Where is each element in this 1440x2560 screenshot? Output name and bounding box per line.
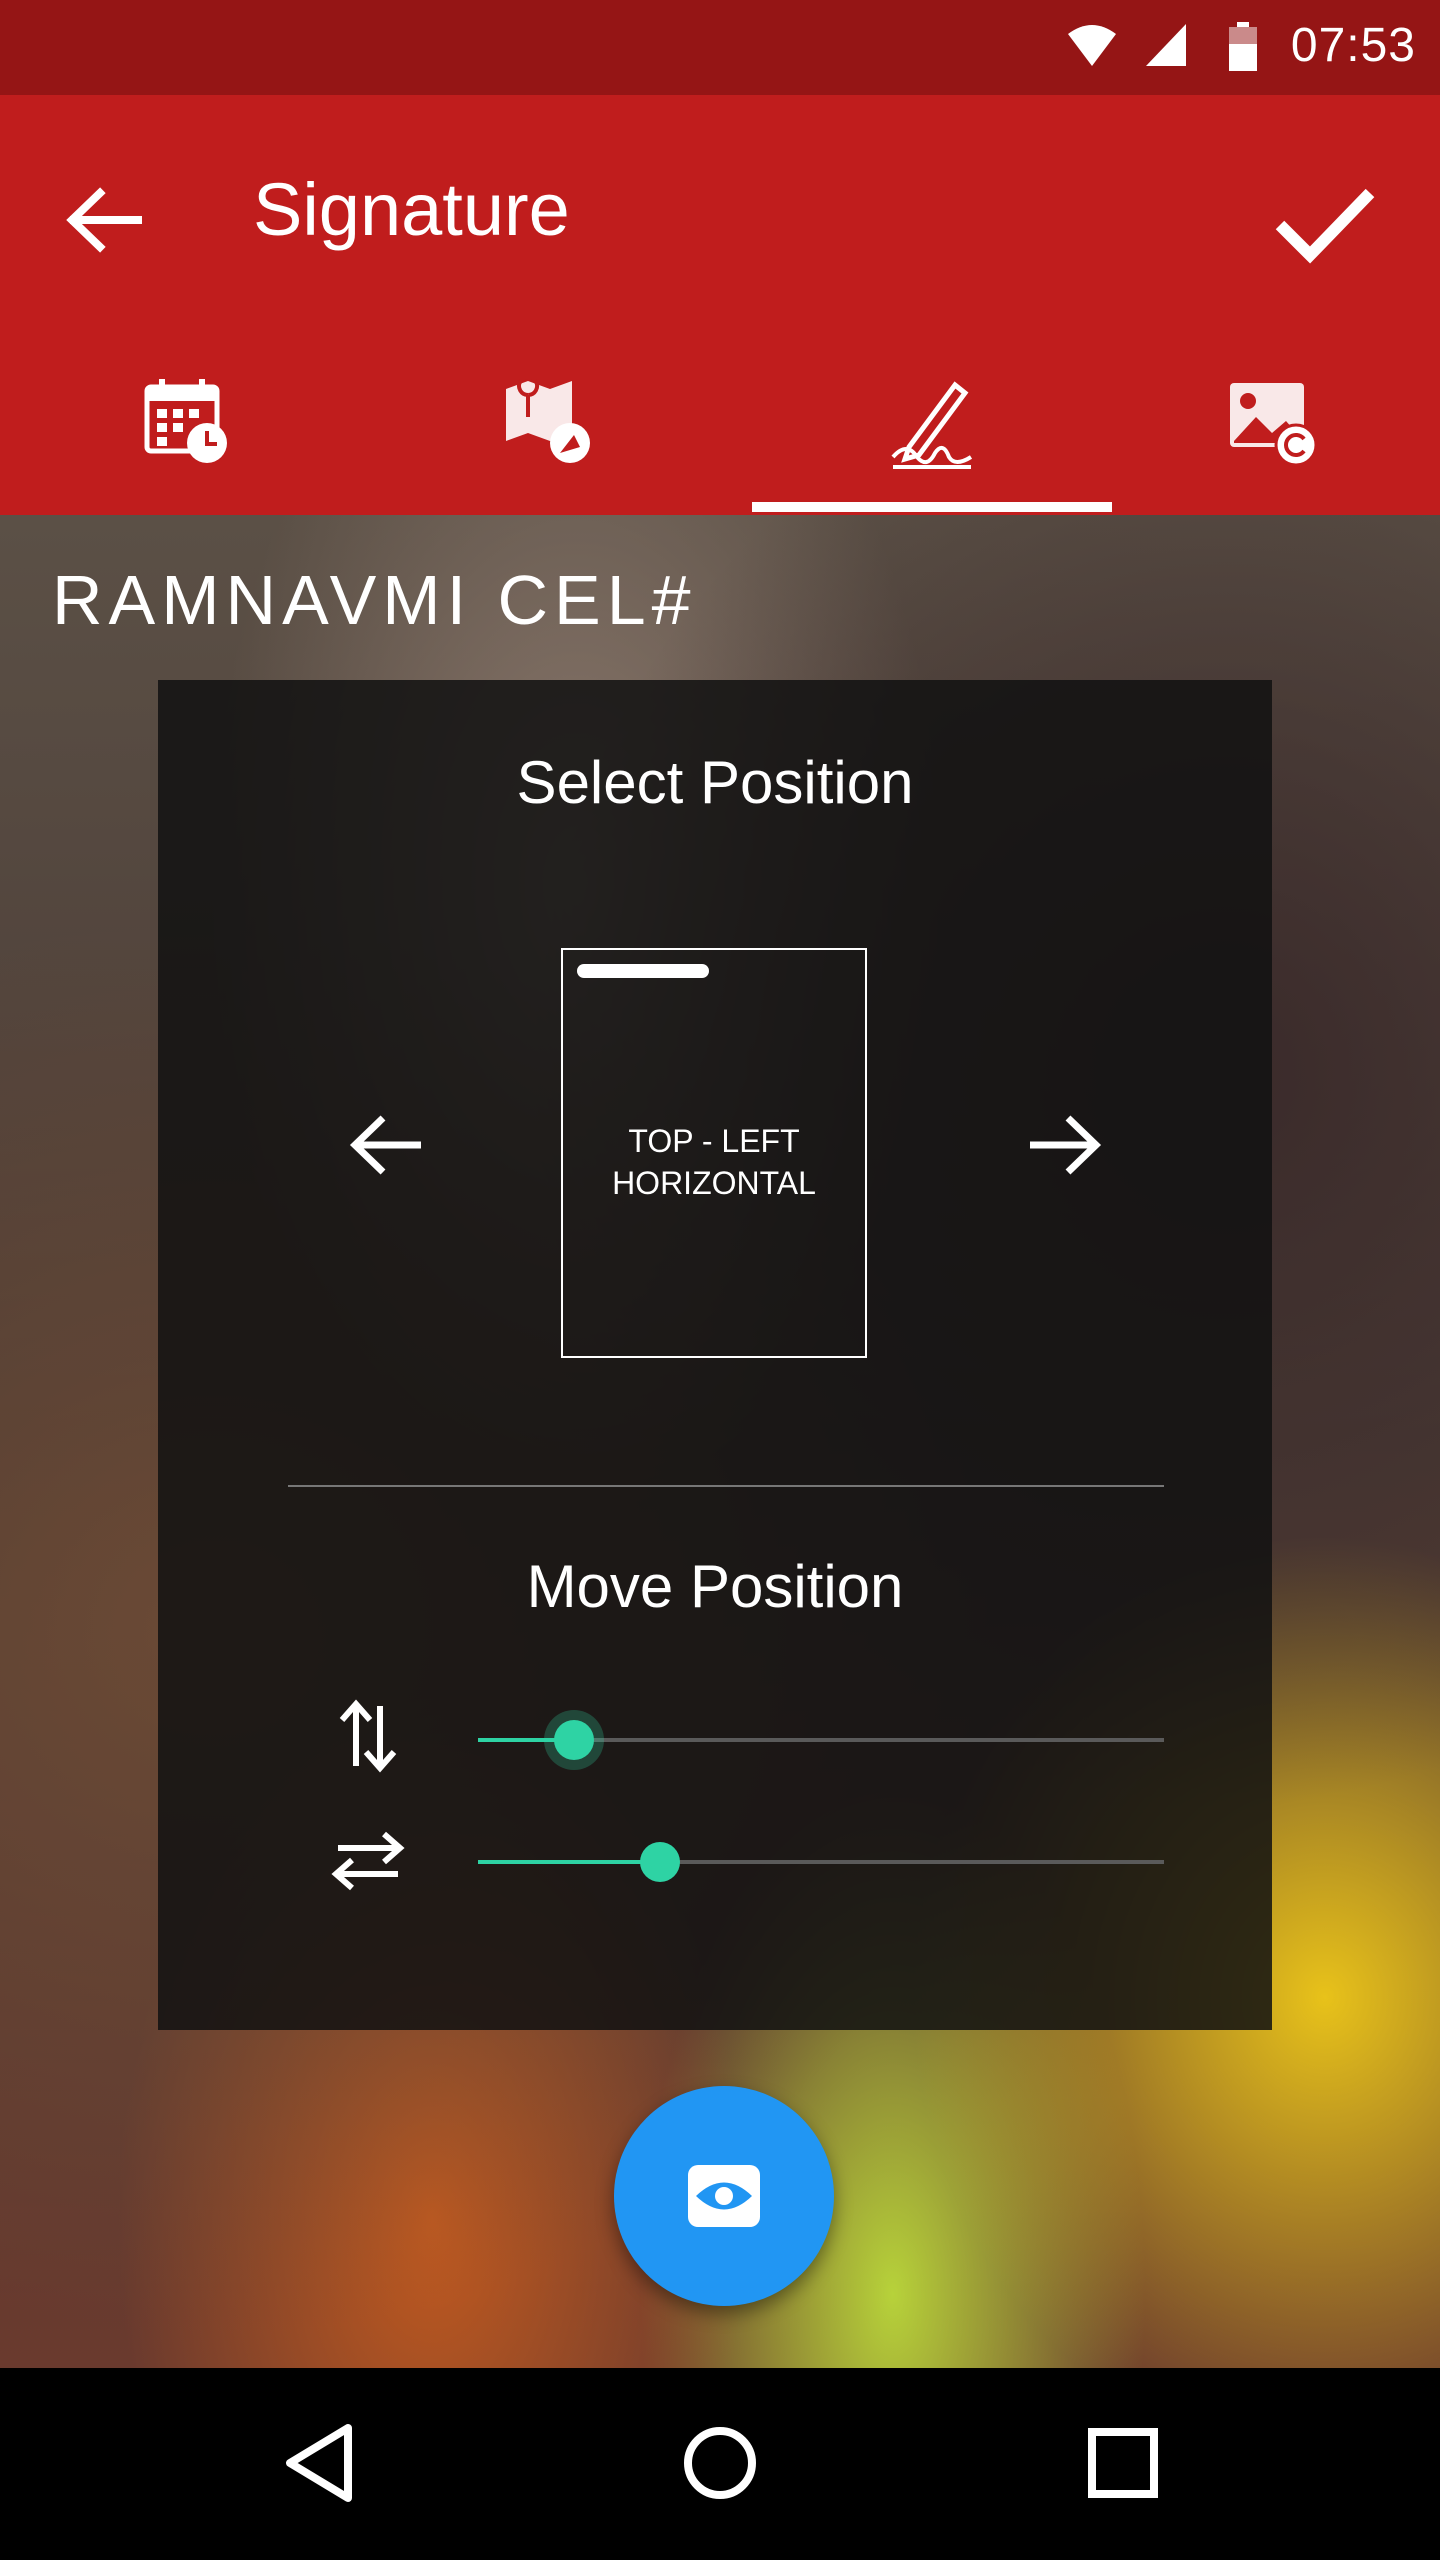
preview-orientation-label: HORIZONTAL (612, 1165, 816, 1201)
cell-signal-icon (1146, 24, 1186, 66)
slider-thumb[interactable] (640, 1842, 680, 1882)
wifi-icon (1068, 25, 1116, 66)
arrow-left-icon (66, 187, 142, 253)
app-bar: Signature (0, 95, 1440, 515)
recents-square-icon (1088, 2428, 1158, 2498)
next-position-button[interactable] (1018, 1100, 1108, 1190)
selected-tab-indicator (752, 502, 1112, 512)
map-location-icon (506, 377, 590, 463)
panel-divider (288, 1485, 1164, 1487)
eye-icon (688, 2165, 760, 2227)
check-icon (1275, 188, 1375, 264)
watermark-text: RAMNAVMI CEL# (52, 561, 697, 639)
nav-recents-button[interactable] (1068, 2408, 1178, 2518)
calendar-clock-icon (144, 379, 227, 463)
status-bar: 07:53 (0, 0, 1440, 95)
signature-pen-icon (891, 381, 973, 469)
tab-date-time[interactable] (8, 357, 368, 515)
preview-fab-button[interactable] (614, 2086, 834, 2306)
page-title: Signature (253, 168, 570, 251)
battery-icon (1229, 22, 1257, 71)
system-nav-bar (0, 2368, 1440, 2560)
arrow-left-icon (349, 1115, 421, 1175)
tab-location[interactable] (368, 357, 728, 515)
back-triangle-icon (286, 2424, 352, 2502)
nav-back-button[interactable] (266, 2408, 376, 2518)
nav-home-button[interactable] (665, 2408, 775, 2518)
position-panel: Select Position TOP - LEFT HORIZONTAL Mo… (158, 680, 1272, 2030)
confirm-button[interactable] (1270, 173, 1380, 273)
vertical-position-slider[interactable] (478, 1710, 1164, 1770)
select-position-title: Select Position (516, 749, 914, 816)
arrow-right-icon (1030, 1115, 1102, 1175)
horizontal-arrows-icon (328, 1820, 408, 1900)
vertical-arrows-icon (328, 1696, 408, 1776)
home-circle-icon (684, 2427, 756, 2499)
slider-fill (478, 1860, 660, 1864)
preview-position-label: TOP - LEFT (628, 1123, 800, 1159)
position-preview: TOP - LEFT HORIZONTAL (561, 948, 867, 1358)
tab-signature[interactable] (752, 357, 1112, 515)
slider-thumb[interactable] (554, 1720, 594, 1760)
previous-position-button[interactable] (343, 1100, 433, 1190)
image-copyright-icon (1230, 383, 1318, 467)
move-position-title: Move Position (526, 1553, 904, 1620)
horizontal-position-slider[interactable] (478, 1832, 1164, 1892)
clock: 07:53 (1290, 19, 1416, 72)
preview-signature-bar (577, 964, 709, 978)
tab-copyright[interactable] (1092, 357, 1440, 515)
back-button[interactable] (60, 175, 150, 265)
